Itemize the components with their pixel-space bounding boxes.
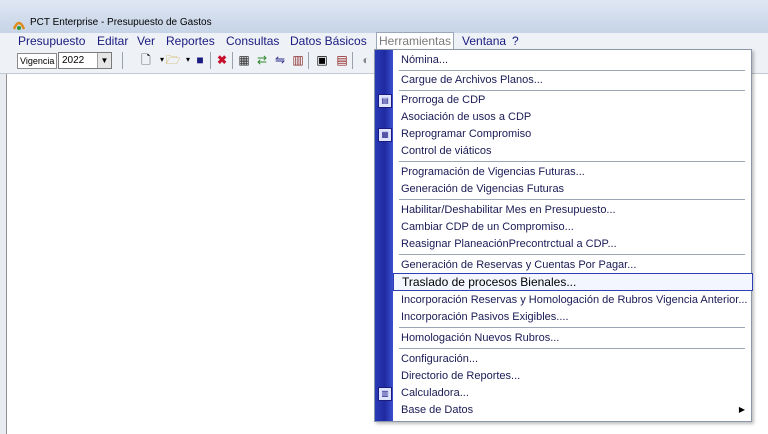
- new-document-icon[interactable]: 🗋: [138, 52, 154, 68]
- toolbar-separator: [122, 52, 123, 69]
- tool-icon-2[interactable]: ⇄: [254, 52, 270, 68]
- menu-item-habilitar-mes[interactable]: Habilitar/Deshabilitar Mes en Presupuest…: [393, 201, 751, 219]
- menu-item-label: Cambiar CDP de un Compromiso...: [401, 221, 574, 233]
- menu-herramientas[interactable]: Herramientas: [376, 32, 455, 49]
- tool-icon-1[interactable]: ▦: [236, 52, 252, 68]
- menu-separator: [399, 199, 745, 200]
- menu-item-label: Incorporación Reservas y Homologación de…: [401, 294, 748, 306]
- menu-separator: [399, 348, 745, 349]
- menu-item-programacion-vf[interactable]: Programación de Vigencias Futuras...: [393, 163, 751, 181]
- delete-icon[interactable]: ✖: [214, 52, 230, 68]
- menu-item-label: Base de Datos: [401, 404, 474, 416]
- menu-item-label: Programación de Vigencias Futuras...: [401, 166, 585, 178]
- herramientas-dropdown: Nómina... Cargue de Archivos Planos... ▤…: [374, 49, 753, 422]
- menu-item-incorporacion-reservas[interactable]: Incorporación Reservas y Homologación de…: [393, 291, 751, 309]
- calendar-icon[interactable]: ▤: [334, 52, 350, 68]
- vigencia-label: Vigencia: [17, 53, 58, 69]
- grid-icon: ▦: [378, 128, 392, 142]
- menu-presupuesto[interactable]: Presupuesto: [16, 33, 87, 49]
- app-logo-icon: [12, 21, 26, 30]
- menu-item-label: Traslado de procesos Bienales...: [402, 275, 577, 289]
- menu-item-label: Nómina...: [401, 54, 449, 66]
- menu-item-directorio-reportes[interactable]: Directorio de Reportes...: [393, 367, 751, 385]
- chevron-right-icon: ▶: [738, 405, 745, 414]
- menu-datos-basicos[interactable]: Datos Básicos: [288, 33, 369, 49]
- menu-separator: [399, 327, 745, 328]
- menu-item-calculadora[interactable]: Calculadora...: [393, 384, 751, 402]
- menu-item-control-viaticos[interactable]: Control de viáticos: [393, 142, 751, 160]
- print-preview-icon[interactable]: ▣: [314, 52, 330, 68]
- menu-consultas[interactable]: Consultas: [224, 33, 281, 49]
- menu-item-generacion-reservas[interactable]: Generación de Reservas y Cuentas Por Pag…: [393, 256, 751, 274]
- open-folder-icon[interactable]: 🗁: [165, 52, 181, 68]
- menu-item-label: Reprogramar Compromiso: [401, 128, 532, 140]
- menu-ventana[interactable]: Ventana: [460, 33, 508, 49]
- menu-item-label: Directorio de Reportes...: [401, 370, 521, 382]
- menu-item-label: Homologación Nuevos Rubros...: [401, 332, 560, 344]
- toolbar-separator: [308, 52, 309, 69]
- chevron-down-icon[interactable]: ▼: [97, 53, 111, 68]
- menu-item-cambiar-cdp[interactable]: Cambiar CDP de un Compromiso...: [393, 218, 751, 236]
- tool-icon-5[interactable]: ◐: [358, 52, 374, 68]
- menu-item-label: Control de viáticos: [401, 145, 492, 157]
- menu-separator: [399, 254, 745, 255]
- menu-item-homologacion[interactable]: Homologación Nuevos Rubros...: [393, 329, 751, 347]
- tool-icon-3[interactable]: ⇋: [272, 52, 288, 68]
- menu-item-label: Asociación de usos a CDP: [401, 111, 532, 123]
- menu-item-base-datos[interactable]: Base de Datos ▶: [393, 401, 751, 419]
- menu-item-label: Configuración...: [401, 353, 479, 365]
- menu-separator: [399, 161, 745, 162]
- menu-item-incorporacion-pasivos[interactable]: Incorporación Pasivos Exigibles....: [393, 308, 751, 326]
- menu-item-generacion-vf[interactable]: Generación de Vigencias Futuras: [393, 180, 751, 198]
- menu-item-reprogramar[interactable]: Reprogramar Compromiso: [393, 125, 751, 143]
- menu-item-traslado-bienales[interactable]: Traslado de procesos Bienales...: [393, 273, 753, 291]
- menu-ver[interactable]: Ver: [135, 33, 157, 49]
- menu-item-label: Prorroga de CDP: [401, 94, 486, 106]
- vigencia-value: 2022: [62, 55, 85, 66]
- vigencia-select[interactable]: 2022 ▼: [58, 52, 112, 69]
- toolbar-separator: [210, 52, 211, 69]
- document-icon: ▤: [378, 94, 392, 108]
- menu-item-reasignar[interactable]: Reasignar PlaneaciónPrecontrctual a CDP.…: [393, 235, 751, 253]
- menu-item-prorroga-cdp[interactable]: Prorroga de CDP: [393, 91, 751, 109]
- menu-help[interactable]: ?: [510, 33, 521, 49]
- tool-icon-4[interactable]: ▥: [290, 52, 306, 68]
- menu-item-label: Incorporación Pasivos Exigibles....: [401, 311, 569, 323]
- calculator-icon: ▥: [378, 387, 392, 401]
- menu-item-cargue-archivos[interactable]: Cargue de Archivos Planos...: [393, 71, 751, 89]
- menu-reportes[interactable]: Reportes: [164, 33, 217, 49]
- window-title: PCT Enterprise - Presupuesto de Gastos: [30, 17, 212, 28]
- menu-item-label: Habilitar/Deshabilitar Mes en Presupuest…: [401, 204, 616, 216]
- toolbar-separator: [352, 52, 353, 69]
- menu-item-label: Generación de Vigencias Futuras: [401, 183, 565, 195]
- menu-item-configuracion[interactable]: Configuración...: [393, 350, 751, 368]
- menu-item-label: Cargue de Archivos Planos...: [401, 74, 543, 86]
- menu-item-label: Reasignar PlaneaciónPrecontrctual a CDP.…: [401, 238, 617, 250]
- menu-item-label: Calculadora...: [401, 387, 469, 399]
- menu-item-nomina[interactable]: Nómina...: [393, 51, 751, 69]
- app-window: PCT Enterprise - Presupuesto de Gastos P…: [0, 0, 768, 434]
- menu-editar[interactable]: Editar: [95, 33, 130, 49]
- menu-item-asociacion-usos[interactable]: Asociación de usos a CDP: [393, 108, 751, 126]
- menu-item-label: Generación de Reservas y Cuentas Por Pag…: [401, 259, 637, 271]
- toolbar-separator: [232, 52, 233, 69]
- save-icon[interactable]: ■: [192, 52, 208, 68]
